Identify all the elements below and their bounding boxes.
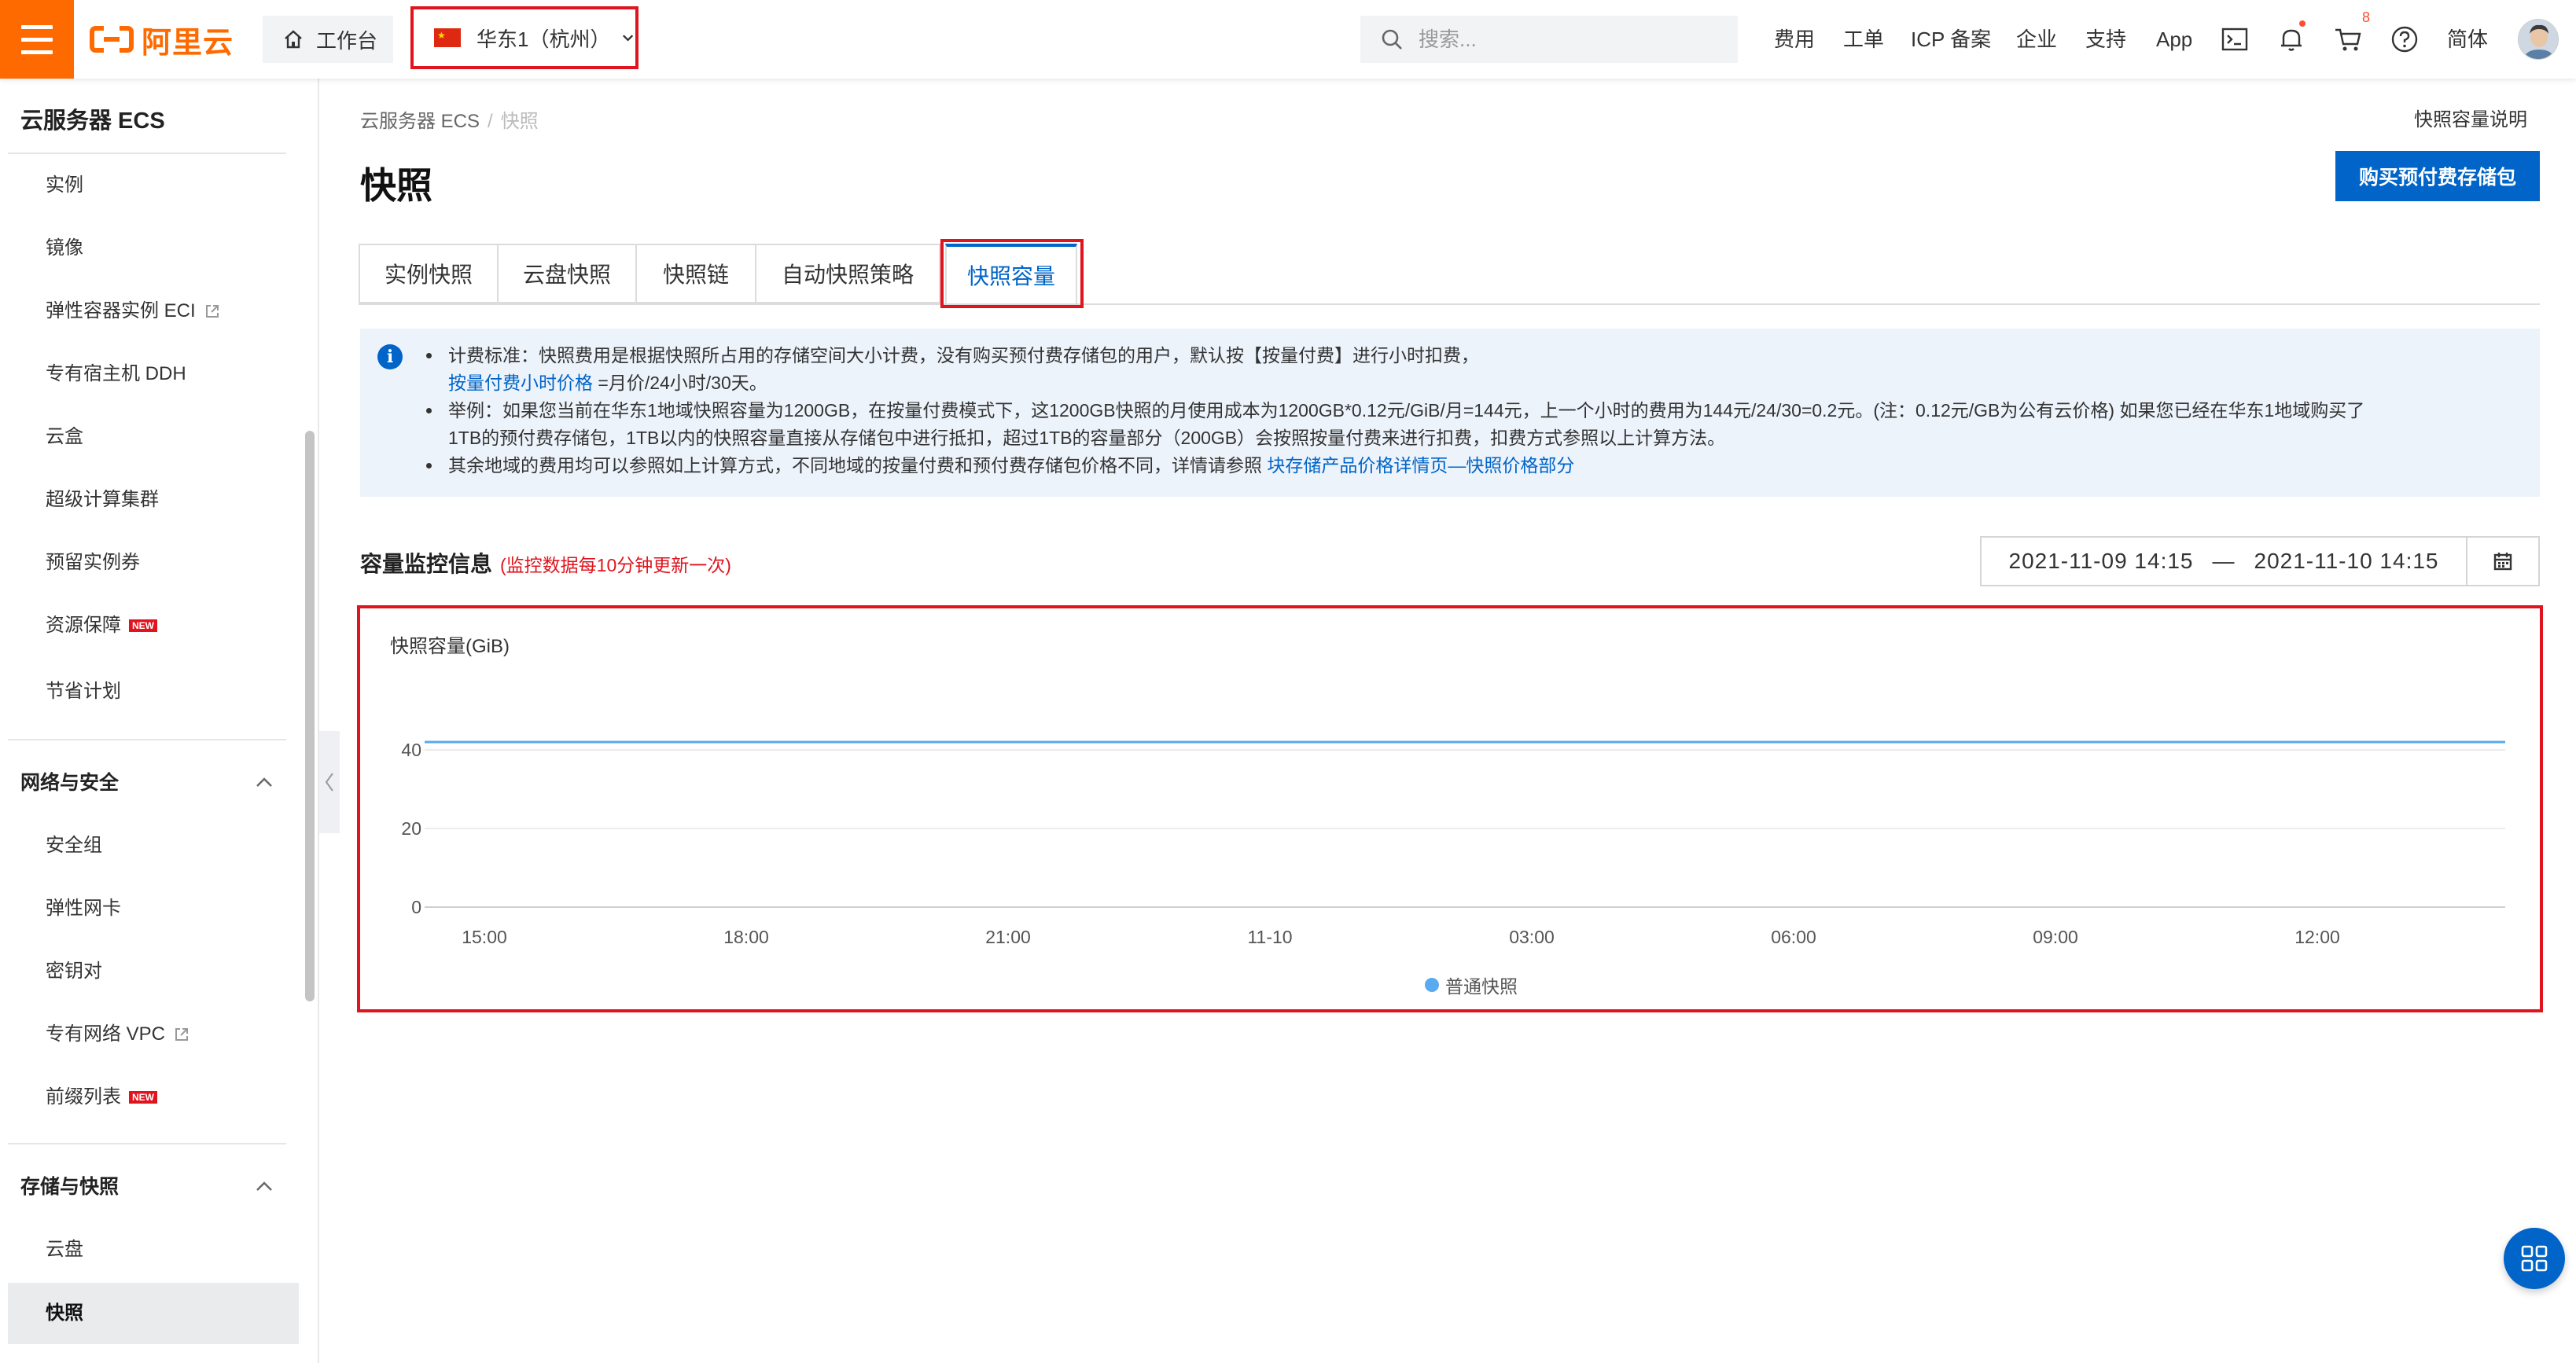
legend-label: 普通快照	[1445, 976, 1518, 997]
legend-marker	[1425, 978, 1439, 992]
chart-x-tick-label: 06:00	[1771, 927, 1816, 947]
nav-icp[interactable]: ICP 备案	[1911, 24, 1991, 55]
chart-x-tick-label: 12:00	[2294, 927, 2340, 947]
chart-x-tick-label: 18:00	[723, 927, 769, 947]
chart-y-tick-label: 0	[411, 897, 421, 917]
chart-y-tick-label: 40	[401, 740, 421, 760]
chart-x-tick-label: 21:00	[985, 927, 1031, 947]
grid-icon	[2521, 1245, 2548, 1272]
region-label: 华东1（杭州）	[477, 27, 611, 51]
help-icon[interactable]	[2389, 24, 2420, 55]
cart-icon[interactable]: 8	[2332, 9, 2370, 55]
search-box[interactable]	[1360, 16, 1738, 63]
logo-text: 阿里云	[142, 26, 234, 60]
chevron-down-icon	[622, 35, 633, 42]
workbench-label: 工作台	[316, 28, 378, 53]
capacity-line-chart: 0 20 40 15:00 18:00 21:00 11-10 03:00 06:00 09:00…	[401, 740, 2505, 947]
chart-x-tick-label: 09:00	[2033, 927, 2078, 947]
aliyun-logo[interactable]: 阿里云	[90, 20, 234, 60]
nav-app[interactable]: App	[2156, 24, 2192, 55]
region-selector[interactable]: ★ 华东1（杭州）	[410, 6, 638, 69]
notification-dot	[2299, 20, 2306, 27]
nav-billing[interactable]: 费用	[1774, 24, 1815, 55]
chart-legend-item[interactable]: 普通快照	[1425, 972, 1518, 998]
nav-support[interactable]: 支持	[2085, 24, 2126, 55]
workbench-button[interactable]: 工作台	[263, 16, 393, 63]
menu-icon[interactable]	[0, 0, 74, 79]
cart-count: 8	[2362, 9, 2371, 25]
search-icon	[1382, 29, 1402, 50]
language-switch[interactable]: 简体	[2447, 24, 2488, 55]
search-input[interactable]	[1417, 26, 1719, 53]
chart-x-tick-label: 15:00	[462, 927, 507, 947]
home-icon	[285, 30, 302, 49]
nav-enterprise[interactable]: 企业	[2016, 24, 2057, 55]
chart-y-tick-label: 20	[401, 818, 421, 839]
avatar[interactable]	[2518, 19, 2559, 60]
nav-ticket[interactable]: 工单	[1843, 24, 1884, 55]
chart-x-tick-label: 03:00	[1509, 927, 1555, 947]
top-navbar: 阿里云 工作台 ★ 华东1（杭州） 费用 工单 ICP 备案 企业 支持 App	[0, 0, 2576, 79]
quick-apps-button[interactable]	[2504, 1228, 2565, 1289]
chart-x-tick-label: 11-10	[1247, 927, 1292, 947]
terminal-icon[interactable]	[2219, 24, 2250, 55]
china-flag-icon: ★	[434, 28, 461, 47]
aliyun-logo-mark	[90, 26, 134, 53]
bell-icon[interactable]	[2276, 20, 2307, 55]
